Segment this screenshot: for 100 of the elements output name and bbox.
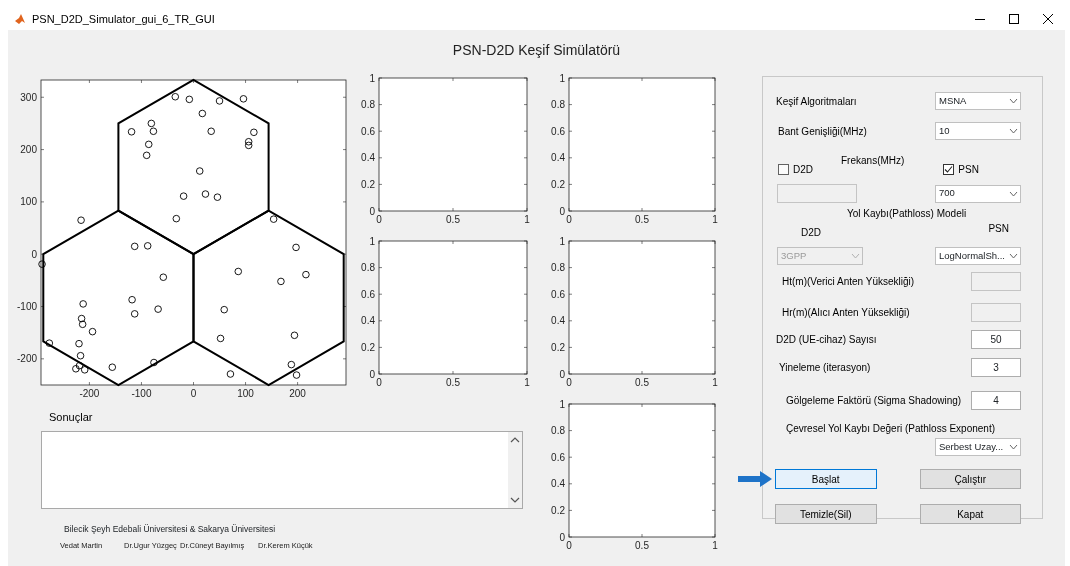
data-point xyxy=(79,300,87,308)
data-point xyxy=(172,214,181,223)
tick-label: 0.2 xyxy=(551,504,565,516)
checkbox-label: PSN xyxy=(958,163,979,177)
scroll-down-icon[interactable] xyxy=(510,495,520,504)
data-point xyxy=(244,141,253,150)
action-button[interactable]: Çalıştır xyxy=(919,469,1021,489)
data-point xyxy=(171,93,180,101)
action-button[interactable]: Temizle(Sil) xyxy=(775,504,877,524)
tick-label: 0 xyxy=(369,205,375,217)
frequency-input-field[interactable] xyxy=(777,184,857,203)
tick-label: 0.8 xyxy=(551,99,565,111)
data-point xyxy=(292,243,300,252)
data-point xyxy=(154,305,162,313)
tick-label: 1 xyxy=(559,398,565,410)
tick-label: 0.5 xyxy=(635,377,649,388)
action-button[interactable]: Başlat xyxy=(775,469,877,489)
tick-label: 1 xyxy=(559,235,565,247)
data-point xyxy=(45,339,54,347)
tick-label: -200 xyxy=(17,353,37,365)
results-label: Sonuçlar xyxy=(49,411,93,423)
data-point xyxy=(213,193,222,201)
data-point xyxy=(269,215,278,223)
data-point xyxy=(145,140,153,149)
data-point xyxy=(287,360,296,369)
data-point xyxy=(179,192,188,200)
data-point xyxy=(185,95,194,104)
data-point xyxy=(77,216,85,224)
tick-label: 200 xyxy=(20,144,37,156)
chevron-down-icon xyxy=(850,253,860,259)
data-point xyxy=(130,242,139,251)
data-point xyxy=(88,327,97,336)
action-button[interactable]: Kapat xyxy=(919,504,1021,524)
checkbox[interactable] xyxy=(943,164,955,175)
input-field[interactable]: 50 xyxy=(971,330,1021,349)
bandwidth-dropdown[interactable]: 10 xyxy=(935,122,1021,140)
field-label: Keşif Algoritmaları xyxy=(775,94,857,109)
data-point xyxy=(127,128,136,136)
tick-label: -100 xyxy=(131,388,152,399)
data-point xyxy=(234,267,242,276)
tick-label: 1 xyxy=(524,214,530,225)
tick-label: 1 xyxy=(524,377,530,388)
tick-label: 0.4 xyxy=(551,152,565,164)
chevron-down-icon xyxy=(1008,98,1018,104)
exponent-dropdown[interactable]: Serbest Uzay... xyxy=(935,438,1021,456)
column-label: PSN xyxy=(988,222,1009,236)
data-point xyxy=(226,370,235,378)
field-label: D2D (UE-cihaz) Sayısı xyxy=(775,333,877,347)
field-label: Yineleme (iterasyon) xyxy=(778,361,871,375)
column-label: D2D xyxy=(800,226,821,240)
tick-label: 0 xyxy=(566,540,572,551)
data-point xyxy=(147,119,156,128)
tick-label: 1 xyxy=(712,377,718,388)
tick-label: 1 xyxy=(712,540,718,551)
window-title: PSN_D2D_Simulator_gui_6_TR_GUI xyxy=(32,11,216,27)
section-label: Frekans(MHz) xyxy=(840,154,905,168)
tick-label: 0.5 xyxy=(635,540,649,551)
tick-label: 0 xyxy=(566,214,572,225)
data-point xyxy=(77,314,86,323)
tick-label: 0.4 xyxy=(361,152,375,164)
tick-label: 0.5 xyxy=(635,214,649,225)
app-heading: PSN-D2D Keşif Simülatörü xyxy=(452,40,621,60)
close-icon[interactable] xyxy=(1043,14,1053,24)
input-field[interactable]: 3 xyxy=(971,358,1021,377)
algorithm-dropdown[interactable]: MSNA xyxy=(935,92,1021,110)
tick-label: 0.6 xyxy=(361,125,375,137)
tick-label: -200 xyxy=(79,388,100,399)
tick-label: 0.6 xyxy=(551,288,565,300)
data-point xyxy=(198,109,207,118)
tick-label: 0 xyxy=(376,377,382,388)
tick-label: 0.2 xyxy=(361,341,375,353)
tick-label: 0.2 xyxy=(551,341,565,353)
tick-label: 0.8 xyxy=(361,99,375,111)
chevron-down-icon xyxy=(1008,190,1018,197)
tick-label: 0.6 xyxy=(551,125,565,137)
scroll-up-icon[interactable] xyxy=(510,435,520,444)
data-point xyxy=(215,97,224,105)
data-point xyxy=(78,320,87,329)
tick-label: 0.2 xyxy=(551,178,565,190)
frequency-dropdown[interactable]: 700 xyxy=(935,184,1021,203)
institution-text: Bilecik Şeyh Edebali Üniversitesi & Sakarya Üniversitesi xyxy=(64,522,277,536)
chevron-down-icon xyxy=(1008,253,1018,259)
field-label: Çevresel Yol Kaybı Değeri (Pathloss Exponent) xyxy=(785,422,995,436)
field-label: Bant Genişliği(MHz) xyxy=(777,124,867,139)
data-point xyxy=(142,151,151,160)
data-point xyxy=(216,334,225,343)
section-label: Yol Kaybı(Pathloss) Modeli xyxy=(846,207,967,221)
pathloss-psn-dropdown[interactable]: LogNormalSh... xyxy=(935,247,1021,265)
tick-label: 0 xyxy=(31,248,37,260)
maximize-icon[interactable] xyxy=(1009,14,1019,24)
data-point xyxy=(108,363,117,371)
field-label: Ht(m)(Verici Anten Yüksekliği) xyxy=(781,275,915,289)
input-field[interactable]: 4 xyxy=(971,391,1021,410)
tick-label: 1 xyxy=(559,72,565,84)
tick-label: 300 xyxy=(20,91,37,103)
arrow-icon xyxy=(738,471,772,487)
data-point xyxy=(302,270,310,279)
data-point xyxy=(201,190,210,198)
data-point xyxy=(290,331,299,340)
tick-label: 1 xyxy=(712,214,718,225)
